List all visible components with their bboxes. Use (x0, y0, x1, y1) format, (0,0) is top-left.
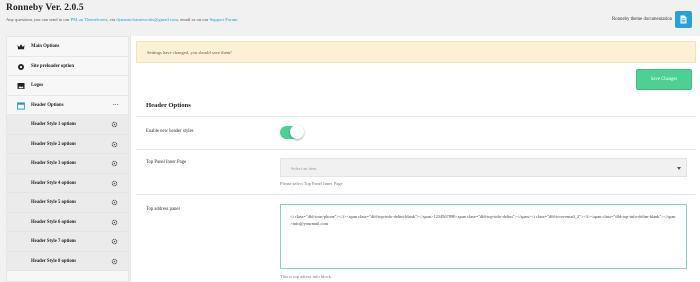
content-panel: Settings have changed, you should save t… (130, 36, 700, 282)
chevron-down-icon (677, 167, 681, 170)
sidebar-item-site-preloader[interactable]: Site preloader option (7, 57, 128, 76)
top-panel-label: Top Panel Inner Page (146, 160, 187, 165)
settings-changed-notice: Settings have changed, you should save t… (136, 41, 696, 63)
sidebar-sub-item-label: Header Style 2 options (31, 141, 77, 147)
top-address-textarea[interactable]: <i class="dfd-icon-phone"></i><span clas… (280, 204, 687, 269)
support-mid2: , email or on our (177, 17, 210, 22)
top-bar: Ronneby Ver. 2.0.5 Any questions you can… (0, 0, 700, 35)
docs-button[interactable] (675, 11, 692, 28)
gear-icon (111, 121, 118, 128)
sidebar-sub-item[interactable]: Header Style 1 options (7, 115, 128, 135)
sidebar-sub-item-label: Header Style 3 options (31, 161, 77, 166)
gear-icon (111, 160, 118, 167)
sidebar-sub-item-label: Header Style 7 options (31, 239, 77, 244)
support-prefix: Any questions you can send to our (6, 17, 71, 22)
sidebar-item-label: Header Options (31, 102, 64, 108)
document-icon (680, 15, 687, 24)
gear-icon (111, 180, 118, 186)
app-title: Ronneby Ver. 2.0.5 (6, 3, 84, 13)
gear-icon (18, 63, 24, 70)
gear-icon (111, 141, 118, 147)
toggle-knob (290, 125, 304, 139)
divider (136, 149, 696, 150)
sidebar-sub-item-label: Header Style 8 options (31, 258, 77, 264)
gear-icon (111, 238, 118, 245)
sidebar: Main Options Site preloader option Logos… (6, 36, 129, 282)
more-dots[interactable]: ... (113, 101, 119, 107)
docs-link[interactable]: Ronneby theme documentation (612, 17, 672, 22)
gear-icon (111, 219, 118, 225)
sidebar-sub-item-label: Header Style 4 options (31, 180, 77, 186)
notice-text: Settings have changed, you should save t… (147, 50, 232, 55)
enable-header-label: Enable new header styles (146, 129, 194, 134)
select-placeholder: Select an item (291, 166, 317, 171)
sidebar-sub-item[interactable]: Header Style 4 options (7, 173, 128, 193)
email-link[interactable]: dynamicframeworks@gmail.com (116, 17, 178, 22)
sidebar-item-label: Main Options (31, 44, 60, 49)
sidebar-item-label: Site preloader option (31, 63, 74, 69)
top-address-helper: This is top adress info block. (280, 274, 332, 279)
sidebar-sub-item-label: Header Style 6 options (31, 219, 77, 225)
sidebar-sub-item[interactable]: Header Style 2 options (7, 134, 128, 154)
support-text: Any questions you can send to our PM on … (6, 17, 238, 22)
enable-header-toggle[interactable] (280, 125, 304, 139)
sidebar-sub-item-label: Header Style 5 options (31, 200, 77, 205)
divider (136, 116, 696, 117)
top-panel-helper: Please select Top Panel Inner Page (280, 181, 343, 186)
image-icon (17, 83, 25, 89)
divider (136, 194, 696, 195)
top-address-label: Top address panel (146, 207, 180, 212)
gear-icon (111, 258, 118, 264)
section-title: Header Options (146, 102, 191, 109)
sidebar-sub-item[interactable]: Header Style 5 options (7, 193, 128, 213)
sidebar-item-logos[interactable]: Logos (7, 76, 128, 96)
save-changes-button[interactable]: Save Changes (636, 69, 692, 90)
sidebar-sub-item[interactable]: Header Style 6 options (7, 212, 128, 232)
crown-icon (17, 44, 25, 50)
sidebar-sub-item[interactable]: Header Style 3 options (7, 154, 128, 174)
sidebar-sub-item-label: Header Style 1 options (31, 122, 77, 127)
top-panel-select[interactable]: Select an item (280, 158, 687, 177)
gear-icon (111, 199, 118, 206)
sidebar-item-label: Logos (31, 83, 44, 88)
sidebar-item-main-options[interactable]: Main Options (7, 37, 128, 57)
support-forum-link[interactable]: Support Forum (210, 17, 238, 22)
pm-link[interactable]: PM on Themeforest (71, 17, 108, 22)
sidebar-sub-item[interactable]: Header Style 7 options (7, 232, 128, 252)
sidebar-item-header-options[interactable]: Header Options ... (7, 96, 128, 115)
sidebar-sub-item[interactable]: Header Style 8 options (7, 251, 128, 271)
window-icon (17, 101, 25, 110)
